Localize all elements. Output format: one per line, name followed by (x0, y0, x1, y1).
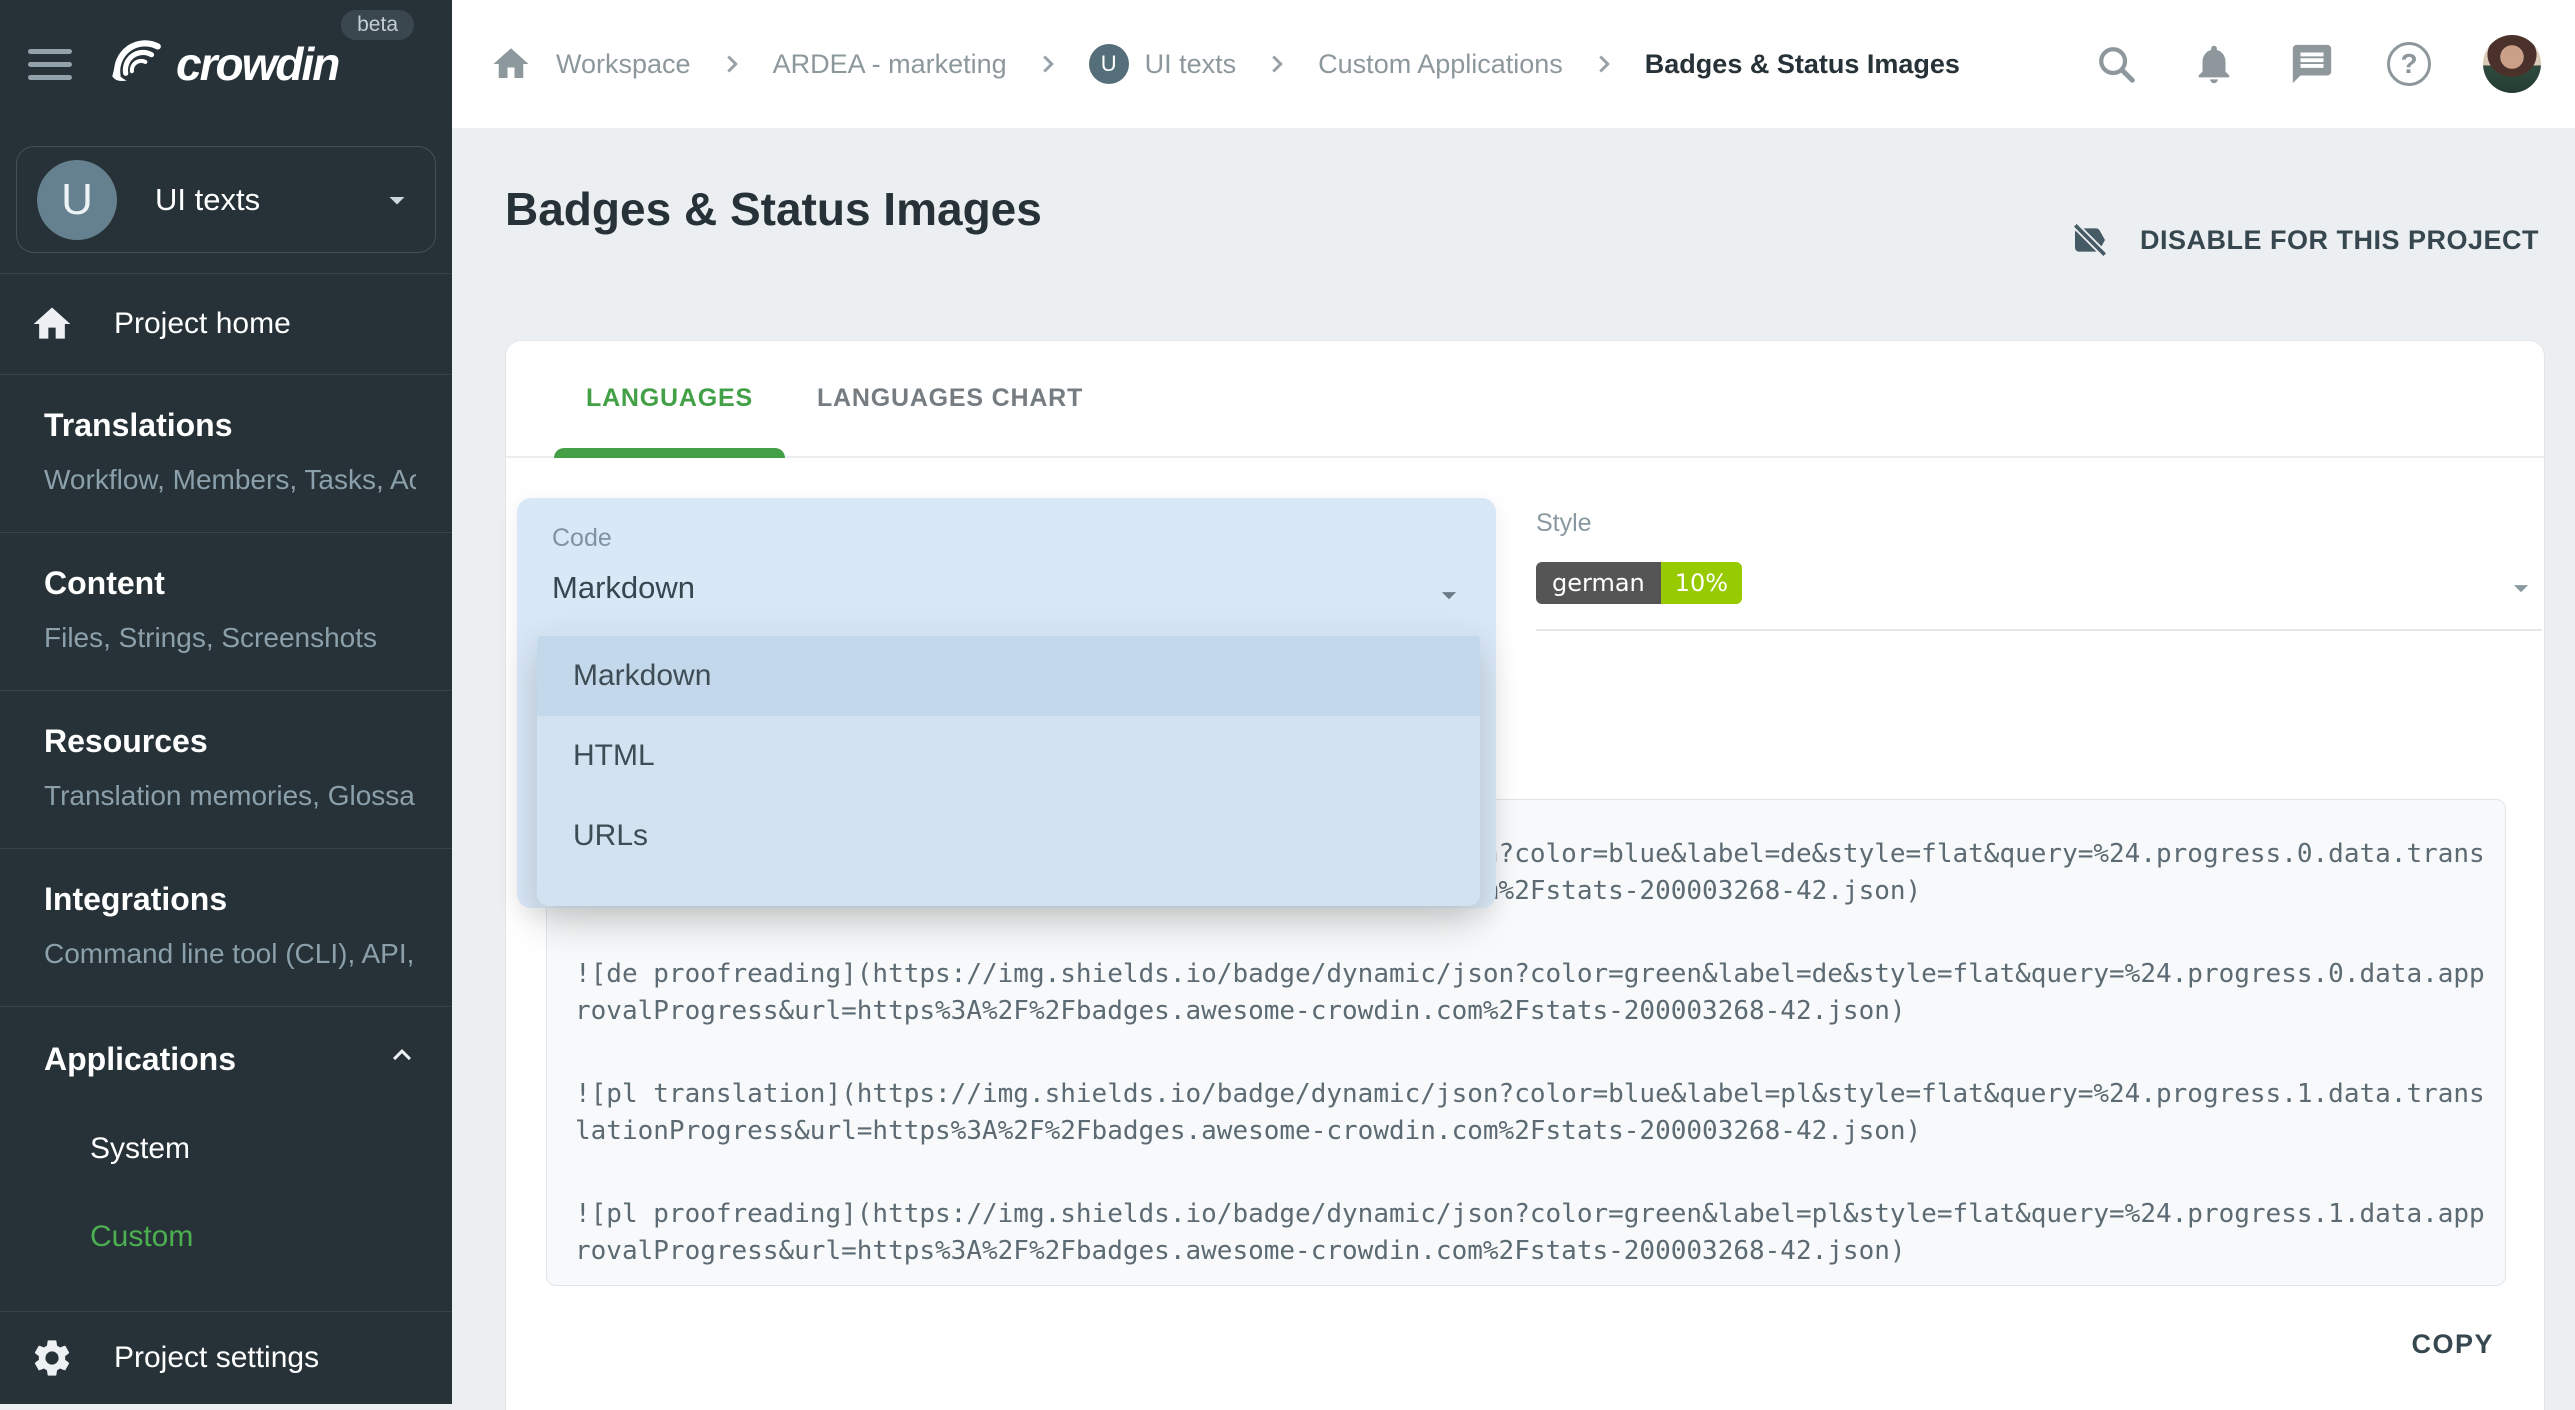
sidebar-item-custom[interactable]: Custom (90, 1220, 416, 1254)
section-title: Resources (44, 723, 416, 760)
bell-icon[interactable] (2191, 41, 2237, 87)
sidebar-header: crowdin beta (0, 0, 452, 128)
code-select-dropdown: Markdown HTML URLs (537, 630, 1480, 906)
section-title: Translations (44, 407, 416, 444)
help-icon[interactable]: ? (2387, 42, 2431, 86)
sidebar-item-translations[interactable]: Translations Workflow, Members, Tasks, A… (0, 375, 452, 532)
chevron-down-icon (2504, 571, 2538, 605)
sidebar-item-integrations[interactable]: Integrations Command line tool (CLI), AP… (0, 849, 452, 1006)
home-icon (30, 302, 74, 346)
project-selector[interactable]: U UI texts (16, 146, 436, 253)
code-block: ![pl proofreading](https://img.shields.i… (575, 1196, 2477, 1270)
section-title: Integrations (44, 881, 416, 918)
breadcrumb-item-ui-texts[interactable]: U UI texts (1089, 44, 1237, 84)
project-name: UI texts (155, 182, 379, 218)
sidebar-item-project-settings[interactable]: Project settings (0, 1312, 452, 1404)
chevron-down-icon[interactable] (1432, 578, 1466, 612)
style-select[interactable]: Style german 10% (1536, 509, 2542, 631)
breadcrumb: Workspace ARDEA - marketing U UI texts C… (490, 43, 1960, 85)
dropdown-option-html[interactable]: HTML (537, 716, 1480, 796)
crowdin-logo-text: crowdin (176, 37, 338, 91)
beta-badge: beta (341, 10, 414, 40)
crowdin-logo-mark (104, 33, 166, 95)
code-block: ![de proofreading](https://img.shields.i… (575, 956, 2477, 1030)
gear-icon (30, 1336, 74, 1380)
breadcrumb-item-workspace[interactable]: Workspace (556, 49, 691, 80)
crowdin-logo[interactable]: crowdin (104, 33, 338, 95)
section-subtitle: Command line tool (CLI), API, A… (44, 938, 416, 970)
sidebar-item-label: Project settings (114, 1341, 319, 1375)
topbar: Workspace ARDEA - marketing U UI texts C… (452, 0, 2575, 128)
label-off-icon (2070, 220, 2110, 260)
sidebar-item-project-home[interactable]: Project home (0, 274, 452, 374)
breadcrumb-item-custom-applications[interactable]: Custom Applications (1318, 49, 1563, 80)
sidebar: crowdin beta U UI texts Project home Tra… (0, 0, 452, 1404)
copy-button[interactable]: COPY (2411, 1329, 2494, 1360)
hamburger-menu-icon[interactable] (28, 49, 72, 80)
dropdown-option-urls[interactable]: URLs (537, 796, 1480, 876)
chevron-up-icon[interactable] (384, 1037, 420, 1073)
sidebar-spacer (0, 1282, 452, 1311)
section-subtitle: Workflow, Members, Tasks, Act… (44, 464, 416, 496)
home-icon[interactable] (490, 43, 532, 85)
chevron-right-icon (1033, 49, 1063, 79)
chevron-right-icon (717, 49, 747, 79)
user-avatar[interactable] (2483, 35, 2541, 93)
project-avatar: U (37, 160, 117, 240)
code-line: rovalProgress&url=https%3A%2F%2Fbadges.a… (575, 993, 2477, 1030)
disable-button-label: DISABLE FOR THIS PROJECT (2140, 225, 2539, 256)
code-select-value[interactable]: Markdown (552, 570, 695, 606)
chevron-down-icon (379, 182, 415, 218)
sidebar-item-resources[interactable]: Resources Translation memories, Glossari… (0, 691, 452, 848)
sidebar-group-applications: Applications System Custom (0, 1007, 452, 1282)
breadcrumb-item-current: Badges & Status Images (1645, 49, 1960, 80)
code-line: ![pl proofreading](https://img.shields.i… (575, 1196, 2477, 1233)
dropdown-option-markdown[interactable]: Markdown (537, 636, 1480, 716)
code-line: ![pl translation](https://img.shields.io… (575, 1076, 2477, 1113)
code-line: ![de proofreading](https://img.shields.i… (575, 956, 2477, 993)
disable-for-project-button[interactable]: DISABLE FOR THIS PROJECT (2070, 220, 2539, 260)
chevron-right-icon (1589, 49, 1619, 79)
section-subtitle: Files, Strings, Screenshots (44, 622, 416, 654)
tab-languages-chart[interactable]: LANGUAGES CHART (785, 341, 1115, 456)
applications-group-title[interactable]: Applications (44, 1041, 416, 1078)
code-line: lationProgress&url=https%3A%2F%2Fbadges.… (575, 1113, 2477, 1150)
tab-languages[interactable]: LANGUAGES (554, 341, 785, 456)
code-select-label: Code (552, 524, 612, 553)
language-progress-badge: german 10% (1536, 562, 1742, 604)
section-title: Content (44, 565, 416, 602)
chevron-right-icon (1262, 49, 1292, 79)
code-line: rovalProgress&url=https%3A%2F%2Fbadges.a… (575, 1233, 2477, 1270)
tab-bar: LANGUAGES LANGUAGES CHART (506, 341, 2544, 458)
breadcrumb-item-project[interactable]: ARDEA - marketing (773, 49, 1007, 80)
search-icon[interactable] (2093, 41, 2139, 87)
page-title: Badges & Status Images (505, 182, 1042, 236)
sidebar-item-system[interactable]: System (90, 1132, 416, 1166)
code-block: ![pl translation](https://img.shields.io… (575, 1076, 2477, 1150)
badge-progress-value: 10% (1661, 562, 1742, 604)
section-subtitle: Translation memories, Glossari… (44, 780, 416, 812)
style-select-label: Style (1536, 509, 2542, 538)
main-content: Badges & Status Images DISABLE FOR THIS … (452, 128, 2575, 1404)
sidebar-item-content[interactable]: Content Files, Strings, Screenshots (0, 533, 452, 690)
topbar-actions: ? (2093, 35, 2541, 93)
chat-icon[interactable] (2289, 41, 2335, 87)
breadcrumb-label: UI texts (1145, 49, 1237, 80)
badge-language-name: german (1536, 562, 1661, 604)
sidebar-item-label: Project home (114, 307, 291, 341)
project-avatar-chip: U (1089, 44, 1129, 84)
